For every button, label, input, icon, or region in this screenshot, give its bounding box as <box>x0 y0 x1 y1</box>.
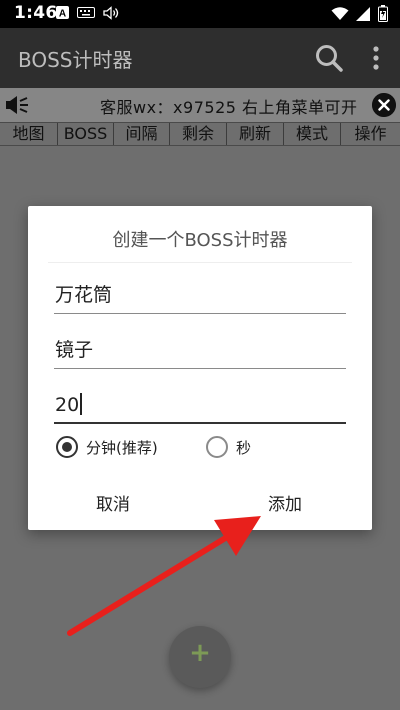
search-icon[interactable] <box>314 43 344 73</box>
dialog-title: 创建一个BOSS计时器 <box>112 230 288 251</box>
plus-icon: + <box>189 638 211 668</box>
column-header-mode[interactable]: 模式 <box>284 123 341 145</box>
add-button[interactable]: 添加 <box>268 490 302 515</box>
cancel-button[interactable]: 取消 <box>96 490 130 515</box>
time-unit-radio-group: 分钟(推荐) 秒 <box>56 436 356 462</box>
column-header-map[interactable]: 地图 <box>0 123 58 145</box>
more-menu-icon[interactable] <box>366 44 386 72</box>
text-cursor <box>80 393 83 415</box>
notice-text: 客服wx：x97525 右上角菜单可开 <box>100 98 358 117</box>
app-title: BOSS计时器 <box>18 48 133 72</box>
keyboard-icon <box>77 7 95 18</box>
radio-minutes-label: 分钟(推荐) <box>86 438 158 457</box>
map-name-field[interactable]: 万花筒 <box>54 280 346 314</box>
interval-value: 20 <box>55 394 80 416</box>
create-timer-dialog: 创建一个BOSS计时器 万花筒 镜子 20 分钟(推荐) 秒 取消 添加 <box>28 206 372 530</box>
status-bar: 1:46 A <box>0 0 400 28</box>
notice-bar: 客服wx：x97525 右上角菜单可开 <box>0 88 400 122</box>
column-header-interval[interactable]: 间隔 <box>114 123 170 145</box>
column-header-refresh[interactable]: 刷新 <box>227 123 284 145</box>
app-bar: BOSS计时器 <box>0 28 400 88</box>
radio-minutes-indicator <box>56 436 78 458</box>
interval-field[interactable]: 20 <box>54 390 346 424</box>
status-time: 1:46 <box>14 3 58 23</box>
signal-icon <box>356 6 370 21</box>
radio-seconds[interactable]: 秒 <box>206 436 251 458</box>
speaker-icon <box>6 96 28 114</box>
boss-name-value: 镜子 <box>55 339 94 361</box>
wifi-icon <box>331 6 349 20</box>
svg-text:A: A <box>59 9 66 20</box>
column-header-boss[interactable]: BOSS <box>58 123 114 145</box>
volume-icon <box>103 6 119 20</box>
add-timer-fab[interactable]: + <box>169 626 231 688</box>
column-header-actions[interactable]: 操作 <box>341 123 400 145</box>
radio-seconds-label: 秒 <box>236 438 252 457</box>
column-header-remaining[interactable]: 剩余 <box>170 123 227 145</box>
radio-minutes[interactable]: 分钟(推荐) <box>56 436 158 458</box>
table-header: 地图 BOSS 间隔 剩余 刷新 模式 操作 <box>0 122 400 146</box>
boss-name-field[interactable]: 镜子 <box>54 335 346 369</box>
battery-icon <box>378 5 388 22</box>
dialog-divider <box>48 262 352 263</box>
notification-a-icon: A <box>56 6 69 19</box>
map-name-value: 万花筒 <box>55 284 113 306</box>
radio-seconds-indicator <box>206 436 228 458</box>
close-icon[interactable] <box>372 93 396 117</box>
